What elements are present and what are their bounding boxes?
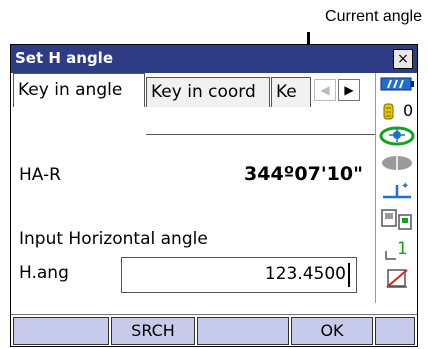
callout-annotation: Current angle (0, 0, 428, 150)
tab-ke-partial[interactable]: Ke (271, 77, 311, 107)
ellipse-icon[interactable] (376, 153, 417, 175)
title-bar: Set H angle × (11, 45, 417, 73)
status-sidebar: 0 ✦ 1 (375, 73, 417, 303)
tab-scroll-right-button[interactable]: ▶ (338, 79, 360, 101)
search-button[interactable]: SRCH (111, 317, 195, 345)
text-caret (348, 263, 350, 287)
softkey-1[interactable] (13, 317, 109, 345)
softkey-bar: SRCH OK (11, 314, 417, 347)
tab-bar: Key in angle Key in coord Ke ◀ ▶ (11, 73, 377, 135)
communication-icon[interactable] (376, 207, 417, 233)
prism-constant-indicator: 0 (376, 101, 417, 123)
tab-key-in-angle[interactable]: Key in angle (13, 73, 145, 107)
hang-label: H.ang (19, 263, 69, 283)
prism-constant-value: 0 (403, 101, 414, 120)
target-icon[interactable] (376, 125, 417, 149)
close-button[interactable]: × (393, 49, 413, 69)
hang-input[interactable]: 123.4500 (121, 257, 357, 293)
dialog-title: Set H angle (15, 49, 113, 67)
angle-panel: HA-R 344º07'10" Input Horizontal angle H… (11, 107, 375, 303)
ok-button[interactable]: OK (291, 317, 373, 345)
svg-text:✦: ✦ (401, 181, 409, 192)
tab-key-in-coord[interactable]: Key in coord (146, 77, 270, 107)
ha-r-label: HA-R (19, 165, 61, 185)
memory-card-icon[interactable] (376, 267, 417, 291)
hang-input-value: 123.4500 (264, 264, 346, 284)
level-icon[interactable]: ✦ (376, 179, 417, 203)
tab-scroll-left-button[interactable]: ◀ (314, 79, 336, 101)
signal-indicator: 1 (376, 239, 417, 263)
callout-label: Current angle (325, 8, 422, 25)
signal-value: 1 (397, 239, 408, 259)
softkey-3[interactable] (197, 317, 289, 345)
input-caption: Input Horizontal angle (19, 229, 208, 249)
softkey-5[interactable] (375, 317, 415, 345)
current-angle-value: 344º07'10" (244, 163, 363, 185)
battery-icon (376, 75, 417, 97)
dialog-window: Set H angle × Key in angle Key in coord … (10, 44, 418, 347)
